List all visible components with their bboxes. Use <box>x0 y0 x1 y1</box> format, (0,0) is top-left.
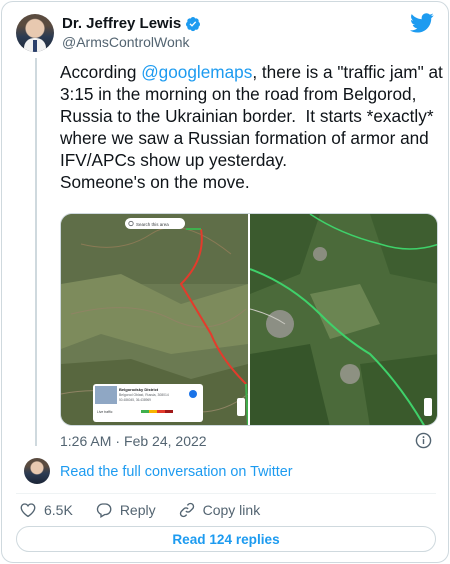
tweet-date-separator: · <box>115 433 121 449</box>
twitter-bird-icon[interactable] <box>410 13 434 33</box>
like-button[interactable]: 6.5K <box>19 501 73 519</box>
copy-link-button[interactable]: Copy link <box>178 501 261 519</box>
author-avatar[interactable] <box>16 14 54 52</box>
info-icon[interactable] <box>415 432 432 449</box>
read-conversation-link[interactable]: Read the full conversation on Twitter <box>60 464 293 480</box>
map-traffic-label: Live traffic <box>97 410 113 414</box>
google-maps-traffic-screenshot[interactable]: Search this area Belgorodsky District Be… <box>61 214 248 426</box>
reply-button[interactable]: Reply <box>95 501 156 519</box>
map-place-subtitle: Belgorod Oblast, Russia, 308014 <box>119 393 169 397</box>
tweet-timestamp[interactable]: 1:26 AM · Feb 24, 2022 <box>60 433 207 449</box>
author-handle[interactable]: @ArmsControlWonk <box>62 34 190 50</box>
conversation-avatar[interactable] <box>24 458 50 484</box>
copy-link-label: Copy link <box>202 502 261 518</box>
tweet-date[interactable]: Feb 24, 2022 <box>124 433 207 449</box>
map-place-title: Belgorodsky District <box>119 387 159 392</box>
tweet-text: According @googlemaps, there is a "traff… <box>60 61 445 193</box>
action-separator <box>16 493 436 494</box>
heart-icon <box>20 503 36 518</box>
tweet-text-start: According <box>60 62 142 82</box>
reply-label: Reply <box>119 502 156 518</box>
tweet-embed-card: Dr. Jeffrey Lewis @ArmsControlWonk Accor… <box>1 1 449 563</box>
map-search-placeholder: Search this area <box>136 222 169 227</box>
author-name-row[interactable]: Dr. Jeffrey Lewis <box>62 15 201 32</box>
like-count: 6.5K <box>44 502 73 518</box>
thread-line <box>35 58 37 446</box>
link-icon <box>179 502 194 518</box>
satellite-map-screenshot[interactable] <box>250 214 438 426</box>
verified-badge-icon <box>186 16 201 31</box>
action-bar: 6.5K Reply Copy link <box>19 501 282 519</box>
tweet-time[interactable]: 1:26 AM <box>60 433 111 449</box>
mention-link[interactable]: @googlemaps <box>141 62 252 82</box>
read-replies-button[interactable]: Read 124 replies <box>16 526 436 552</box>
author-display-name[interactable]: Dr. Jeffrey Lewis <box>62 15 181 32</box>
tweet-media[interactable]: Search this area Belgorodsky District Be… <box>60 213 438 426</box>
map-place-coords: 50.486045, 36.438969 <box>119 398 151 402</box>
reply-bubble-icon <box>96 503 112 518</box>
